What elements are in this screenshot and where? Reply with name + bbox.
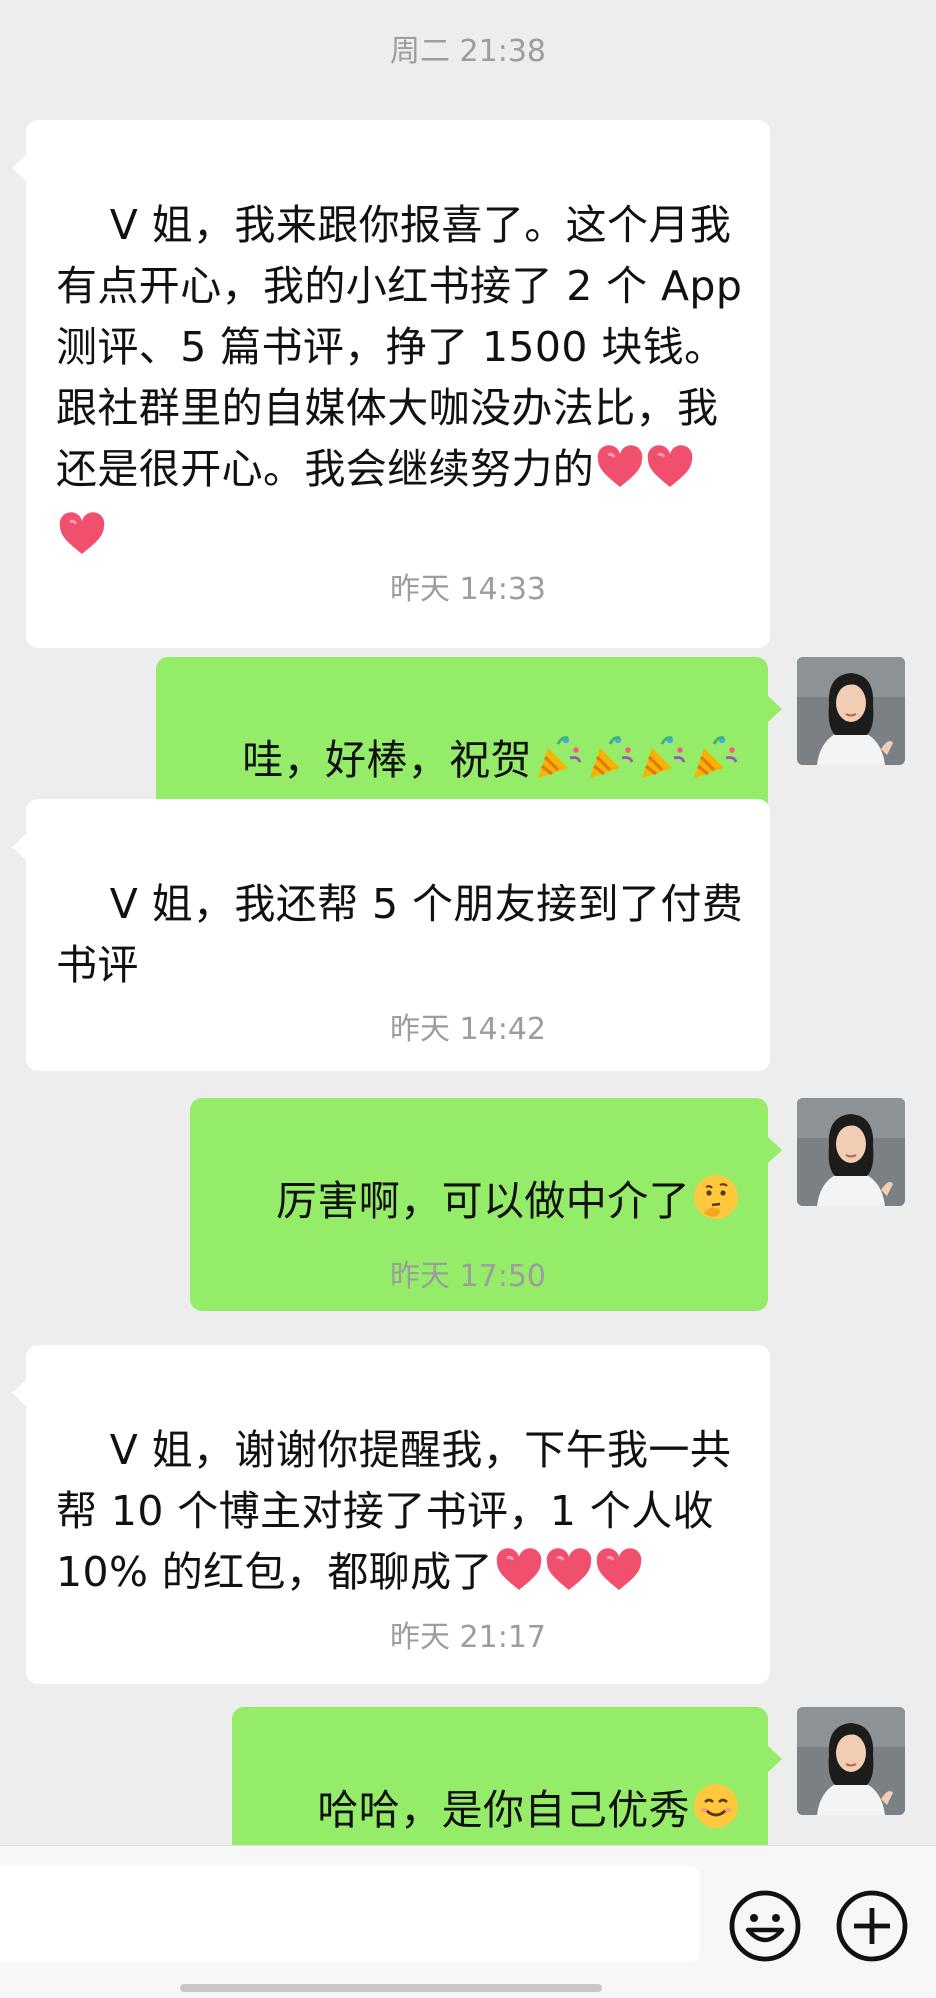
thinking-face-icon [692,1173,740,1238]
avatar[interactable] [797,1098,905,1206]
avatar[interactable] [797,657,905,765]
heart-icon [545,1548,593,1609]
heart-icon [596,445,644,506]
timestamp: 昨天 14:33 [390,572,546,607]
message-text: 哇，好棒，祝贺 [242,736,532,784]
input-bar [0,1845,936,1998]
timestamp: 周二 21:38 [390,34,546,69]
timestamp: 昨天 17:50 [390,1259,546,1294]
heart-icon [495,1548,543,1609]
avatar[interactable] [797,1707,905,1815]
party-popper-icon [586,732,636,797]
party-popper-icon [690,732,740,797]
heart-icon [646,445,694,506]
home-indicator [180,1984,602,1992]
chat-area[interactable]: 周二 21:38 V 姐，我来跟你报喜了。这个月我有点开心，我的小红书接了 2 … [0,0,936,1845]
received-message-bubble[interactable]: V 姐，我来跟你报喜了。这个月我有点开心，我的小红书接了 2 个 App 测评、… [12,120,770,648]
emoji-button[interactable] [727,1888,803,1964]
emoji-icon [729,1890,801,1962]
plus-button[interactable] [834,1888,910,1964]
message-text: 厉害啊，可以做中介了 [276,1177,690,1225]
timestamp: 昨天 21:17 [390,1620,546,1655]
heart-icon [58,512,106,573]
message-text: V 姐，我还帮 5 个朋友接到了付费书评 [56,880,744,989]
party-popper-icon [638,732,688,797]
smiling-face-icon [692,1782,740,1845]
party-popper-icon [534,732,584,797]
sent-message-bubble[interactable]: 哈哈，是你自己优秀 [231,1707,783,1845]
timestamp: 昨天 14:42 [390,1012,546,1047]
message-input[interactable] [0,1866,700,1962]
message-text: 哈哈，是你自己优秀 [317,1786,690,1834]
heart-icon [595,1548,643,1609]
plus-icon [836,1890,908,1962]
